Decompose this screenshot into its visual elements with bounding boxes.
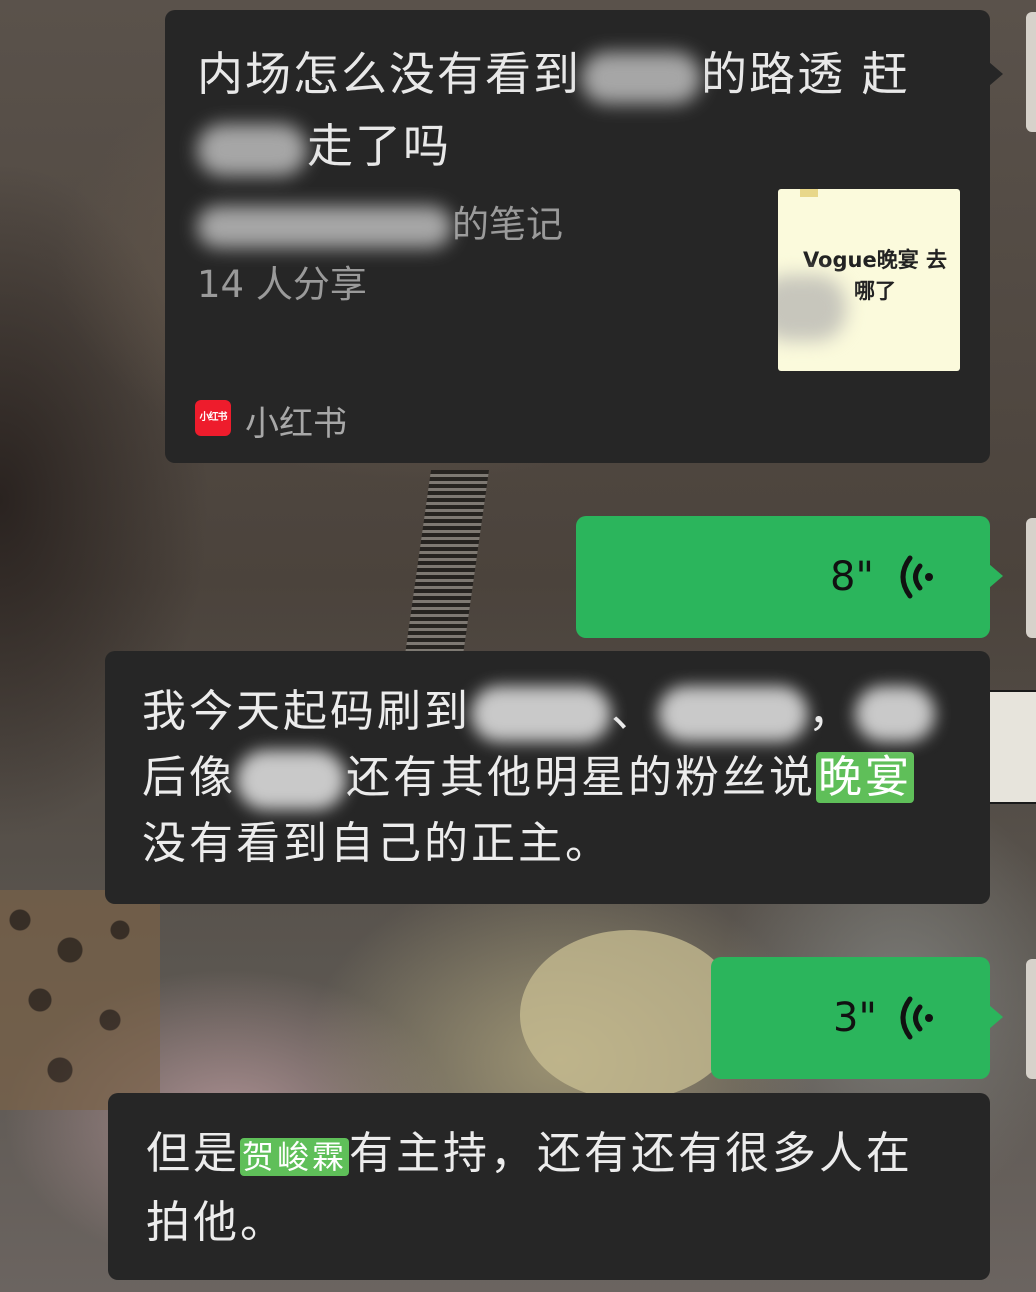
message-text: 但是贺峻霖有主持，还有还有很多人在 拍他。 bbox=[146, 1128, 914, 1248]
link-card-title: 内场怎么没有看到 的路透 赶 走了吗 bbox=[197, 38, 957, 182]
voice-duration: 3" bbox=[833, 995, 877, 1041]
bubble-tail bbox=[989, 62, 1003, 86]
link-card-thumbnail: Vogue晚宴 去哪了 bbox=[778, 189, 960, 371]
self-avatar[interactable] bbox=[1026, 959, 1036, 1079]
text-message-bubble[interactable]: 我今天起码刷到、， 后像 还有其他明星的粉丝说晚宴 没有看到自己的正主。 bbox=[105, 651, 990, 904]
keyword-highlight[interactable]: 晚宴 bbox=[816, 752, 914, 803]
voice-message-bubble[interactable]: 8" bbox=[576, 516, 1003, 638]
link-card-source-name: 小红书 bbox=[245, 404, 347, 444]
redacted-name bbox=[581, 51, 701, 104]
redacted-author bbox=[197, 205, 452, 248]
background-plush-toy bbox=[520, 930, 740, 1100]
voice-message-bubble[interactable]: 3" bbox=[711, 957, 1003, 1079]
xiaohongshu-logo-icon: 小红书 bbox=[195, 400, 231, 436]
link-card-author: 的笔记 bbox=[197, 194, 563, 248]
thumbnail-decoration bbox=[800, 189, 818, 197]
redacted-name bbox=[471, 686, 611, 742]
message-text: 我今天起码刷到、， 后像 还有其他明星的粉丝说晚宴 没有看到自己的正主。 bbox=[142, 679, 982, 877]
background-leopard-pattern bbox=[0, 890, 160, 1110]
redacted-name bbox=[658, 686, 808, 742]
voice-duration: 8" bbox=[830, 554, 874, 600]
text-message-bubble[interactable]: 但是贺峻霖有主持，还有还有很多人在 拍他。 bbox=[108, 1093, 990, 1280]
redacted-thumbnail-name bbox=[778, 275, 846, 341]
shared-link-card[interactable]: 内场怎么没有看到 的路透 赶 走了吗 的笔记 14 人分享 Vogue晚宴 去哪了… bbox=[165, 10, 1003, 463]
self-avatar[interactable] bbox=[1026, 518, 1036, 638]
sender-avatar[interactable] bbox=[1026, 12, 1036, 132]
voice-wave-icon bbox=[900, 996, 933, 1040]
voice-wave-icon bbox=[900, 555, 933, 599]
keyword-highlight[interactable]: 贺峻霖 bbox=[240, 1138, 350, 1176]
link-card-share-count: 14 人分享 bbox=[197, 263, 367, 306]
redacted-name bbox=[855, 686, 935, 742]
bubble-tail bbox=[989, 1005, 1003, 1029]
bubble-tail bbox=[989, 564, 1003, 588]
redacted-name bbox=[236, 750, 346, 810]
redacted-name bbox=[197, 123, 307, 176]
